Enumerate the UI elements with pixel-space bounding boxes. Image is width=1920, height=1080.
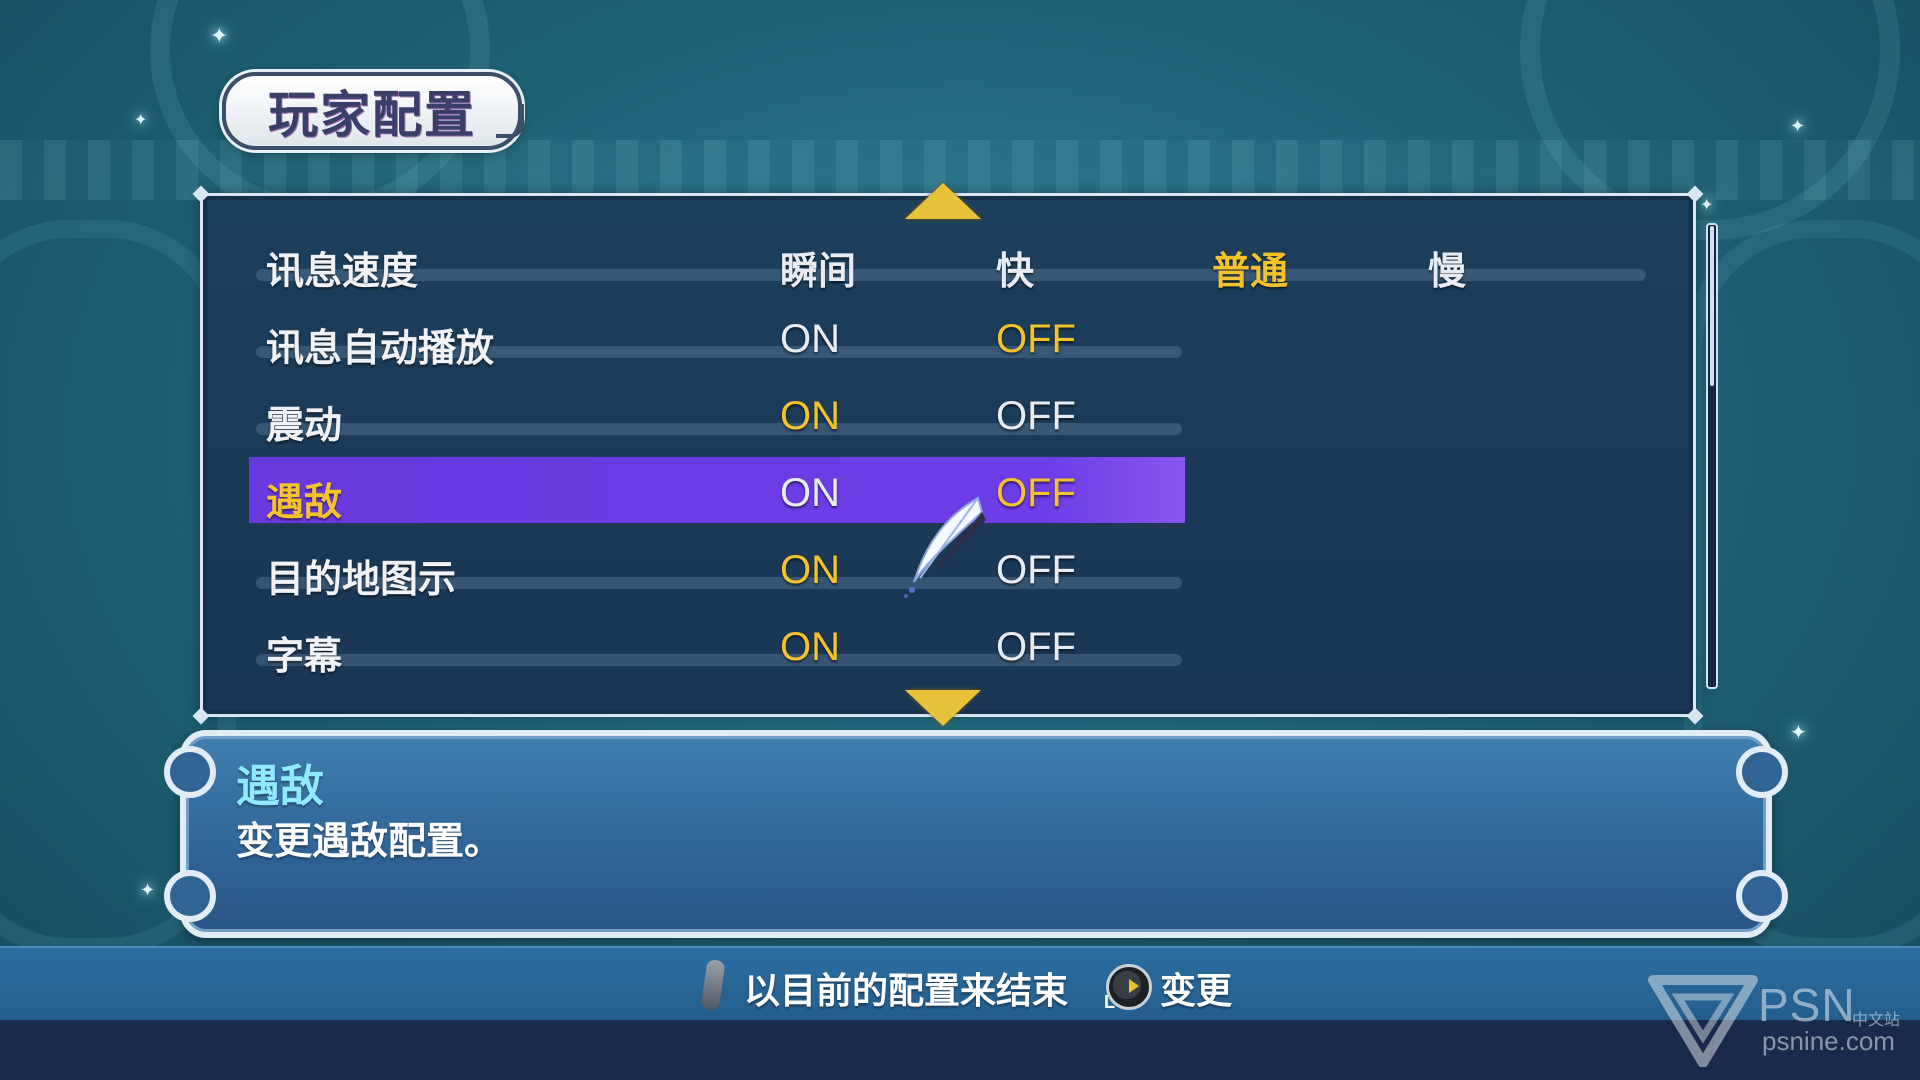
scroll-up-arrow-icon[interactable] [905, 183, 981, 219]
option-value-on[interactable]: ON [780, 625, 840, 670]
option-value-off[interactable]: OFF [996, 394, 1076, 439]
description-panel: 遇敌 变更遇敌配置。 [164, 730, 1788, 938]
option-value-on[interactable]: ON [780, 394, 840, 439]
scroll-down-arrow-icon[interactable] [905, 690, 981, 726]
page-title: 玩家配置 [268, 85, 476, 144]
option-label: 震动 [266, 403, 343, 447]
sparkle-icon: ✦ [134, 110, 148, 129]
option-label: 讯息速度 [266, 249, 419, 293]
option-value-instant[interactable]: 瞬间 [780, 240, 856, 295]
option-row-message-speed[interactable]: 讯息速度 瞬间 快 普通 慢 [250, 232, 1680, 296]
option-row-message-autoplay[interactable]: 讯息自动播放 ON OFF [250, 309, 1680, 373]
sparkle-icon: ✦ [1700, 195, 1714, 214]
option-value-off[interactable]: OFF [996, 471, 1076, 516]
screen-title-banner: 玩家配置 [222, 72, 524, 150]
bottom-strip [0, 1020, 1920, 1080]
quill-cursor-icon [904, 496, 986, 598]
panel-curl-ornament [164, 746, 216, 798]
option-value-on[interactable]: ON [780, 317, 840, 362]
sparkle-icon: ✦ [1790, 720, 1807, 744]
option-value-off[interactable]: OFF [996, 548, 1076, 593]
option-value-fast[interactable]: 快 [996, 240, 1034, 295]
panel-curl-ornament [1736, 870, 1788, 922]
title-swirl-ornament [496, 104, 524, 138]
left-stick-letter: L [1104, 992, 1115, 1012]
option-value-on[interactable]: ON [780, 548, 840, 593]
description-title: 遇敌 [236, 761, 324, 812]
option-row-vibration[interactable]: 震动 ON OFF [250, 386, 1680, 450]
button-hint-bar: 以目前的配置来结束 L 变更 [0, 946, 1920, 1022]
description-text: 变更遇敌配置。 [236, 819, 503, 863]
psnine-logo-icon [1648, 975, 1758, 1067]
panel-corner [1686, 707, 1704, 725]
sparkle-icon: ✦ [210, 24, 229, 49]
option-value-slow[interactable]: 慢 [1428, 240, 1466, 295]
sparkle-icon: ✦ [140, 880, 156, 901]
option-label: 讯息自动播放 [266, 326, 495, 370]
hint-exit-label[interactable]: 以目前的配置来结束 [744, 962, 1068, 1014]
scrollbar-thumb[interactable] [1710, 226, 1714, 386]
panel-curl-ornament [164, 870, 216, 922]
option-value-on[interactable]: ON [780, 471, 840, 516]
option-label: 遇敌 [266, 480, 343, 524]
sparkle-icon: ✦ [1790, 116, 1806, 137]
option-value-off[interactable]: OFF [996, 625, 1076, 670]
controller-stick-icon [700, 958, 726, 1012]
option-label: 字幕 [266, 634, 343, 678]
option-value-off[interactable]: OFF [996, 317, 1076, 362]
hint-change-label[interactable]: 变更 [1160, 962, 1232, 1014]
watermark-url: psnine.com [1762, 1026, 1895, 1056]
option-value-normal[interactable]: 普通 [1212, 240, 1288, 295]
panel-corner [192, 707, 210, 725]
option-label: 目的地图示 [266, 557, 457, 601]
panel-corner [192, 185, 210, 203]
option-row-subtitles[interactable]: 字幕 ON OFF [250, 617, 1680, 681]
watermark-brand: PSN [1758, 979, 1856, 1031]
panel-curl-ornament [1736, 746, 1788, 798]
